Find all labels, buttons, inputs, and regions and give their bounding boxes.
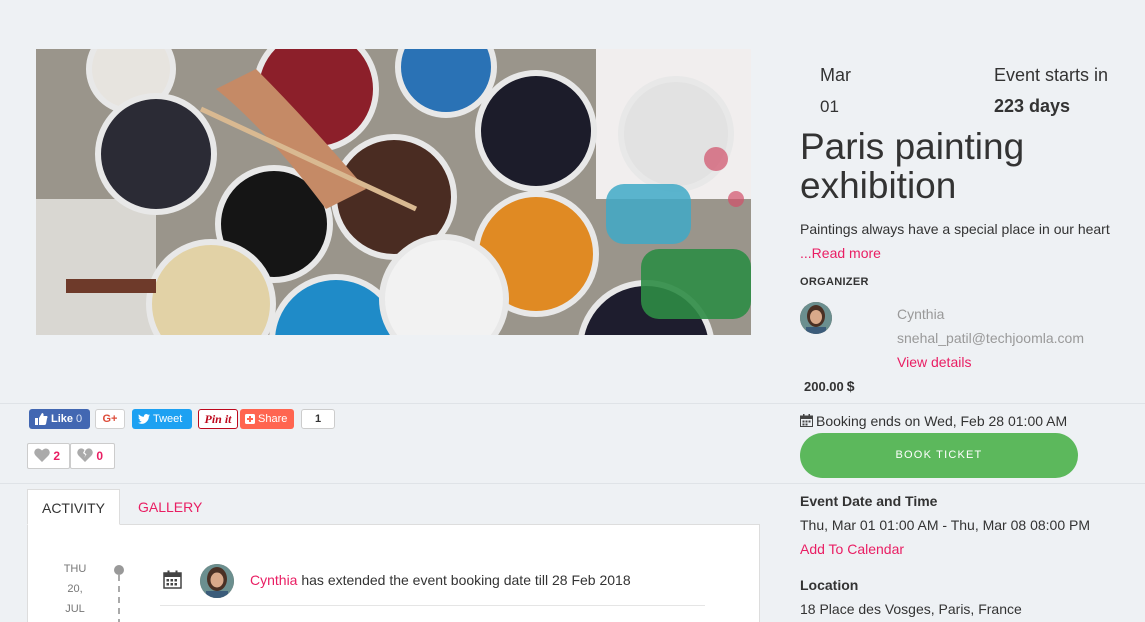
price-amount: 200.00 [804, 379, 844, 394]
event-title: Paris painting exhibition [800, 126, 1025, 206]
tab-gallery[interactable]: GALLERY [123, 489, 217, 525]
organizer-view-details-link[interactable]: View details [897, 353, 971, 371]
organizer-email: snehal_patil@techjoomla.com [897, 330, 1084, 346]
dislike-count: 0 [96, 449, 104, 463]
facebook-like-label: Like [51, 413, 74, 425]
activity-actor-link[interactable]: Cynthia [250, 572, 297, 588]
divider [0, 483, 1145, 484]
activity-message: has extended the event booking date till… [301, 572, 631, 588]
share-label: Share [258, 413, 288, 425]
organizer-name: Cynthia [897, 306, 945, 322]
facebook-like-button[interactable]: Like 0 [29, 409, 90, 429]
thumbs-up-icon [35, 413, 48, 425]
event-date: Mar 01 [820, 60, 851, 122]
dislike-button[interactable]: 0 [70, 443, 115, 469]
divider [0, 403, 1145, 404]
tab-activity[interactable]: ACTIVITY [27, 489, 120, 525]
price-currency: $ [846, 378, 855, 394]
ticket-price: 200.00 $ [804, 377, 855, 396]
tweet-button[interactable]: Tweet [132, 409, 192, 429]
booking-ends-text: Booking ends on Wed, Feb 28 01:00 AM [816, 413, 1068, 429]
tweet-label: Tweet [153, 413, 183, 425]
event-day: 01 [820, 97, 839, 116]
book-ticket-button[interactable]: BOOK TICKET [800, 433, 1078, 478]
heart-icon [34, 448, 50, 462]
activity-text: Cynthia has extended the event booking d… [250, 571, 631, 589]
organizer-avatar [800, 302, 832, 334]
calendar-icon [163, 570, 182, 589]
timeline-dot [114, 565, 124, 575]
location-value: 18 Place des Vosges, Paris, France [800, 601, 1022, 617]
activity-separator [160, 605, 705, 606]
read-more-link[interactable]: ...Read more [800, 244, 881, 262]
timeline-date-month: JUL [65, 603, 85, 615]
add-to-calendar-link[interactable]: Add To Calendar [800, 540, 904, 558]
event-hero-image [36, 49, 751, 335]
like-button[interactable]: 2 [27, 443, 70, 469]
google-plus-button[interactable]: G+ [95, 409, 125, 429]
pinterest-pin-button[interactable]: Pin it [198, 409, 238, 429]
countdown-value: 223 days [994, 96, 1071, 116]
facebook-like-count: 0 [76, 413, 83, 425]
timeline-date-dow: THU [63, 563, 87, 575]
activity-avatar [200, 564, 234, 598]
plus-icon [245, 414, 255, 424]
like-count: 2 [53, 449, 61, 463]
event-description: Paintings always have a special place in… [800, 221, 1110, 237]
timeline-line [118, 575, 120, 622]
broken-heart-icon [77, 448, 93, 462]
location-heading: Location [800, 577, 859, 593]
twitter-bird-icon [138, 414, 150, 424]
calendar-icon [800, 414, 813, 427]
event-datetime-value: Thu, Mar 01 01:00 AM - Thu, Mar 08 08:00… [800, 517, 1090, 533]
booking-ends: Booking ends on Wed, Feb 28 01:00 AM [800, 412, 1067, 430]
event-datetime-heading: Event Date and Time [800, 493, 938, 509]
countdown-label: Event starts in [994, 65, 1109, 85]
share-button[interactable]: Share [240, 409, 294, 429]
share-count: 1 [301, 409, 335, 429]
event-countdown: Event starts in 223 days [994, 60, 1108, 122]
timeline-date-day: 20, [67, 583, 83, 595]
organizer-label: ORGANIZER [800, 276, 869, 288]
event-month: Mar [820, 65, 851, 85]
